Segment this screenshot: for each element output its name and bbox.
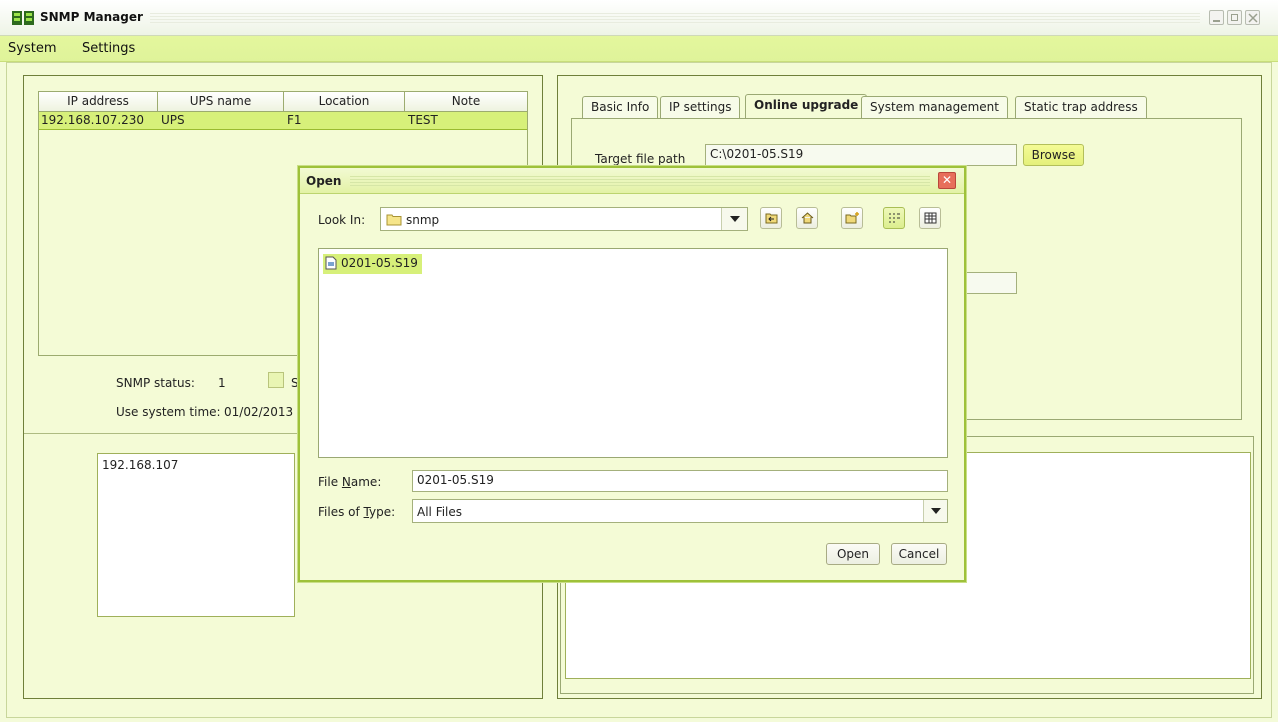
look-in-label: Look In: [318, 213, 366, 227]
maximize-button[interactable] [1227, 10, 1242, 25]
file-list[interactable]: 0201-05.S19 [318, 248, 948, 458]
snmp-status-label: SNMP status: [116, 376, 195, 390]
files-of-type-label: Files of Type: [318, 505, 396, 519]
upgrade-field[interactable] [960, 272, 1017, 294]
ip-list-box[interactable]: 192.168.107 [97, 453, 295, 617]
browse-button[interactable]: Browse [1023, 144, 1084, 166]
app-title: SNMP Manager [40, 10, 143, 24]
status-checkbox[interactable] [268, 372, 284, 388]
column-header-ups-name[interactable]: UPS name [158, 92, 284, 112]
file-name-label: File Name: [318, 475, 382, 489]
files-of-type-dropdown[interactable]: All Files [412, 499, 948, 523]
tab-static-trap-address[interactable]: Static trap address [1015, 96, 1147, 118]
list-item[interactable]: 192.168.107 [102, 458, 178, 472]
close-dialog-button[interactable]: ✕ [938, 172, 956, 189]
open-dialog: Open ✕ Look In: snmp 0201-05.S19 File Na… [298, 166, 966, 582]
cell-note: TEST [408, 113, 438, 127]
tab-ip-settings[interactable]: IP settings [660, 96, 741, 118]
look-in-dropdown[interactable]: snmp [380, 207, 748, 231]
menu-system[interactable]: System [8, 41, 56, 56]
files-of-type-value: All Files [417, 505, 463, 519]
menu-bar: System Settings [0, 36, 1278, 62]
home-icon[interactable] [796, 207, 818, 229]
list-view-icon[interactable] [883, 207, 905, 229]
use-system-time-value: 01/02/2013 [224, 405, 294, 419]
cell-ups-name: UPS [161, 113, 185, 127]
target-file-path-label: Target file path [595, 152, 686, 166]
app-icon [12, 11, 34, 25]
column-header-note[interactable]: Note [405, 92, 527, 112]
column-header-ip[interactable]: IP address [39, 92, 158, 112]
title-bar: SNMP Manager [0, 0, 1278, 36]
target-file-path-field[interactable]: C:\0201-05.S19 [705, 144, 1017, 166]
minimize-button[interactable] [1209, 10, 1224, 25]
tab-basic-info[interactable]: Basic Info [582, 96, 659, 118]
dialog-title-texture [350, 176, 930, 186]
dialog-title: Open [306, 174, 342, 188]
chevron-down-icon[interactable] [923, 500, 947, 522]
cell-location: F1 [287, 113, 302, 127]
close-window-button[interactable] [1245, 10, 1260, 25]
look-in-value: snmp [406, 213, 440, 227]
file-name: 0201-05.S19 [341, 256, 418, 270]
use-system-time-label: Use system time: [116, 405, 221, 419]
snmp-status-value: 1 [218, 376, 226, 390]
cell-ip: 192.168.107.230 [41, 113, 145, 127]
tab-system-management[interactable]: System management [861, 96, 1008, 118]
up-folder-icon[interactable] [760, 207, 782, 229]
chevron-down-icon[interactable] [721, 208, 747, 230]
cancel-button[interactable]: Cancel [891, 543, 947, 565]
list-item[interactable]: 0201-05.S19 [323, 254, 422, 274]
details-view-icon[interactable] [919, 207, 941, 229]
title-bar-texture [150, 13, 1200, 23]
table-row[interactable]: 192.168.107.230 UPS F1 TEST [39, 112, 527, 130]
folder-icon [386, 212, 402, 229]
new-folder-icon[interactable] [841, 207, 863, 229]
dialog-title-bar: Open ✕ [300, 168, 964, 194]
open-button[interactable]: Open [826, 543, 880, 565]
column-header-location[interactable]: Location [284, 92, 405, 112]
file-name-input[interactable]: 0201-05.S19 [412, 470, 948, 492]
file-icon [325, 256, 337, 273]
menu-settings[interactable]: Settings [82, 41, 135, 56]
tab-online-upgrade[interactable]: Online upgrade [745, 94, 868, 118]
